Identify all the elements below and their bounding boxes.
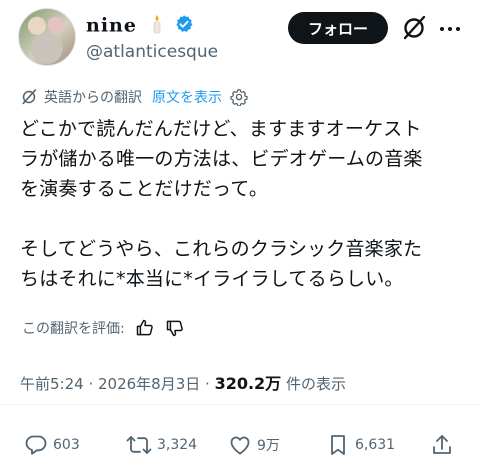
thumbs-down-icon[interactable] — [165, 318, 185, 338]
like-button[interactable]: 9万 — [228, 432, 280, 458]
handle[interactable]: @atlanticesque — [86, 42, 218, 62]
gear-icon[interactable] — [230, 88, 248, 106]
rate-translation-row: この翻訳を評価: — [22, 318, 185, 338]
divider — [0, 404, 480, 405]
more-options-icon[interactable] — [436, 15, 464, 43]
candle-emoji-icon — [151, 14, 163, 39]
bookmark-count: 6,631 — [355, 437, 396, 453]
display-name[interactable]: nine — [86, 15, 137, 37]
post-meta: 午前5:24 · 2026年8月3日 · 320.2万 件の表示 — [20, 370, 346, 394]
repost-count: 3,324 — [157, 437, 198, 453]
grok-icon[interactable] — [400, 14, 428, 42]
share-button[interactable] — [430, 432, 459, 458]
reply-button[interactable]: 603 — [24, 432, 80, 458]
timestamp[interactable]: 午前5:24 · 2026年8月3日 · — [20, 375, 215, 393]
thumbs-up-icon[interactable] — [135, 318, 155, 338]
like-count: 9万 — [257, 438, 280, 454]
bookmark-icon — [331, 435, 345, 455]
bookmark-button[interactable]: 6,631 — [326, 432, 395, 458]
avatar[interactable] — [18, 8, 76, 66]
repost-icon — [126, 436, 152, 454]
rate-label: この翻訳を評価: — [22, 321, 125, 337]
grok-translate-icon — [22, 89, 37, 105]
show-original-link[interactable]: 原文を表示 — [152, 87, 222, 107]
verified-badge-icon[interactable] — [174, 14, 194, 39]
translation-label: 英語からの翻訳 — [44, 90, 142, 106]
display-name-row[interactable]: nine — [86, 14, 194, 39]
heart-icon — [230, 436, 250, 455]
share-icon — [433, 435, 451, 454]
follow-button[interactable]: フォロー — [288, 12, 388, 44]
repost-button[interactable]: 3,324 — [126, 432, 197, 458]
reply-icon — [25, 435, 47, 455]
translation-bar: 英語からの翻訳 原文を表示 — [20, 86, 254, 108]
views-count: 320.2万 — [214, 374, 282, 393]
post-body: どこかで読んだんだけど、ますますオーケスト ラが儲かる唯一の方法は、ビデオゲーム… — [20, 118, 423, 290]
reply-count: 603 — [53, 437, 80, 453]
views-suffix: 件の表示 — [281, 375, 346, 393]
